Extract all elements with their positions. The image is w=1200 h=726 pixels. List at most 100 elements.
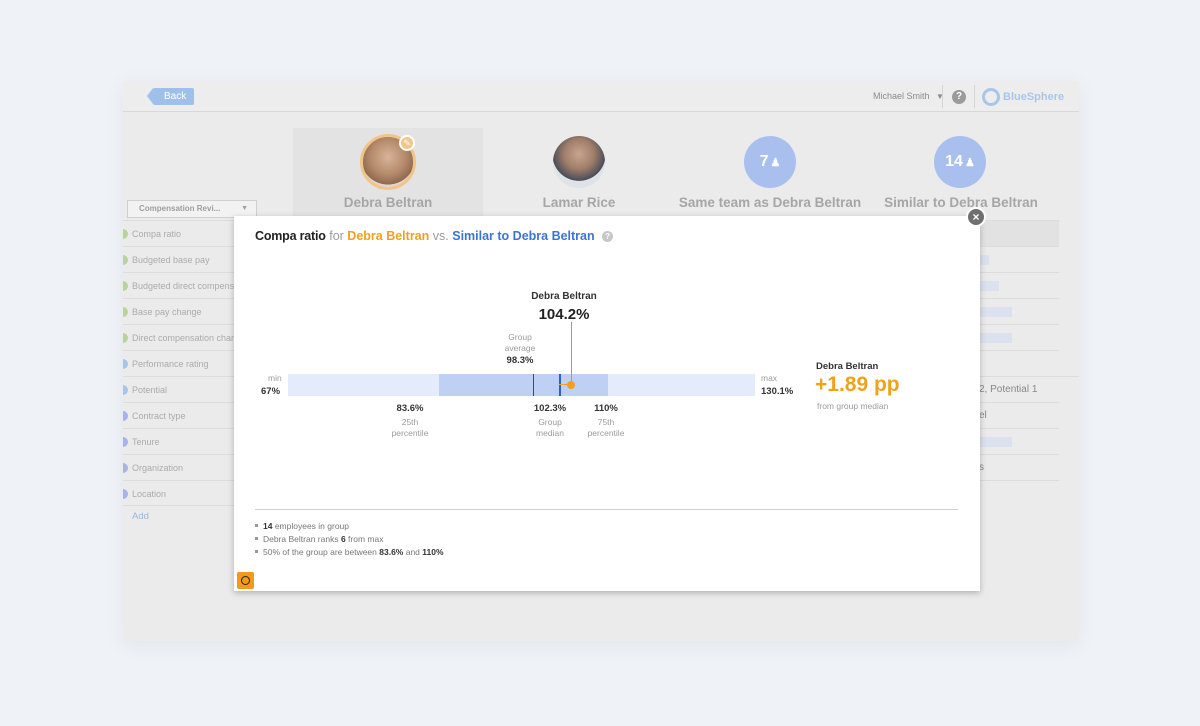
title-group[interactable]: Similar to Debra Beltran (452, 229, 594, 243)
user-name: Michael Smith (873, 91, 930, 101)
help-icon[interactable]: ? (602, 231, 614, 242)
group-badge-similar[interactable]: 14 ♟ (934, 136, 986, 188)
label-line: percentile (587, 427, 625, 438)
note-bold: 110% (422, 547, 444, 557)
label-line: Group (538, 417, 562, 427)
value-bar (979, 281, 999, 291)
note-iqr: 50% of the group are between 83.6% and 1… (255, 547, 444, 557)
table-row: s (979, 454, 1059, 480)
table-row (979, 324, 1059, 350)
metric-row[interactable]: Contract type (123, 402, 243, 428)
note-text: Debra Beltran ranks (263, 534, 341, 544)
table-row (979, 272, 1059, 298)
metric-dot (123, 333, 128, 343)
metric-label: Potential (132, 385, 168, 395)
metric-label: Contract type (132, 411, 186, 421)
metric-dot (123, 463, 128, 473)
median-label: Group median (520, 417, 580, 438)
max-value: 130.1% (761, 386, 794, 397)
group-average-value: 98.3% (506, 355, 534, 366)
add-metric-link[interactable]: Add (132, 511, 149, 522)
group-count: 7 (759, 153, 769, 170)
label-line: 75th (597, 417, 615, 427)
close-icon[interactable]: × (966, 207, 986, 227)
group-average-label: Group average (490, 332, 550, 353)
divider (255, 509, 958, 510)
column-name[interactable]: Debra Beltran (293, 195, 483, 210)
compa-ratio-modal: Compa ratio for Debra Beltran vs. Simila… (234, 216, 980, 591)
table-row (979, 298, 1059, 324)
label-line: percentile (391, 427, 429, 438)
metric-row[interactable]: Budgeted base pay (123, 246, 243, 272)
screenshot-camera-icon[interactable] (237, 572, 254, 589)
table-row (979, 480, 1059, 506)
average-marker (533, 374, 534, 396)
metric-label: Budgeted direct compensation (132, 281, 243, 291)
highlight-value: 104.2% (538, 306, 590, 323)
label-line: Group (508, 332, 532, 342)
diff-value: +1.89 pp (815, 373, 900, 396)
column-name[interactable]: Lamar Rice (509, 195, 649, 210)
help-icon[interactable]: ? (952, 90, 966, 104)
back-button[interactable]: Back (146, 88, 195, 105)
iqr-bar (438, 374, 608, 396)
person-icon: ♟ (770, 157, 781, 169)
metric-dot (123, 437, 128, 447)
person-leader-line (570, 322, 572, 381)
avatar-lamar-rice[interactable] (553, 136, 605, 188)
top-bar: Back Michael Smith ▼ ? BlueSphere (123, 81, 1079, 112)
note-rank: Debra Beltran ranks 6 from max (255, 534, 383, 544)
table-row: 2, Potential 1 (979, 376, 1079, 402)
metric-row[interactable]: Direct compensation change (123, 324, 243, 350)
metric-dot (123, 229, 128, 239)
value-bar (979, 307, 1012, 317)
divider (974, 85, 975, 108)
bullet (255, 550, 258, 553)
metric-label: Compa ratio (132, 229, 182, 239)
metric-row[interactable]: Performance rating (123, 350, 243, 376)
pin-icon[interactable]: ✎ (399, 135, 415, 151)
highlight-name: Debra Beltran (531, 291, 597, 302)
p25-value: 83.6% (396, 403, 424, 414)
metric-dot (123, 385, 128, 395)
diff-person-name: Debra Beltran (816, 361, 879, 372)
note-text: 50% of the group are between (263, 547, 380, 557)
metric-row[interactable]: Location (123, 480, 243, 506)
logo-ring-icon (982, 88, 1000, 106)
cell-text: 2, Potential 1 (979, 384, 1038, 395)
label-line: average (504, 342, 536, 353)
table-row (979, 350, 1059, 376)
metric-label: Direct compensation change (132, 333, 243, 343)
person-marker[interactable] (566, 381, 575, 389)
table-row (979, 220, 1059, 246)
distribution-bar (288, 322, 755, 396)
metric-label: Performance rating (132, 359, 209, 369)
median-value: 102.3% (533, 403, 567, 414)
column-name[interactable]: Same team as Debra Beltran (673, 195, 867, 210)
metric-label: Location (132, 489, 167, 499)
brand-name: BlueSphere (1003, 91, 1065, 103)
metric-row[interactable]: Budgeted direct compensation (123, 272, 243, 298)
title-person[interactable]: Debra Beltran (347, 229, 429, 243)
chevron-down-icon: ▼ (241, 205, 248, 212)
p75-label: 75th percentile (576, 417, 636, 438)
note-group-size: 14 employees in group (255, 521, 349, 531)
cell-text: el (979, 410, 987, 421)
note-text: employees in group (272, 521, 350, 531)
column-name[interactable]: Similar to Debra Beltran (877, 195, 1045, 210)
label-line: median (536, 427, 564, 438)
metric-row[interactable]: Base pay change (123, 298, 243, 324)
group-badge-same-team[interactable]: 7 ♟ (744, 136, 796, 188)
metric-row[interactable]: Tenure (123, 428, 243, 454)
note-text: from max (345, 534, 384, 544)
table-row: el (979, 402, 1059, 428)
dropdown-value: Compensation Revi... (139, 204, 221, 213)
table-row (979, 246, 1059, 272)
metric-row[interactable]: Potential (123, 376, 243, 402)
value-bar (979, 437, 1012, 447)
metric-row[interactable]: Organization (123, 454, 243, 480)
user-menu[interactable]: Michael Smith ▼ (873, 91, 944, 101)
min-value: 67% (261, 386, 281, 397)
metric-row[interactable]: Compa ratio (123, 220, 243, 246)
table-row (979, 428, 1059, 454)
